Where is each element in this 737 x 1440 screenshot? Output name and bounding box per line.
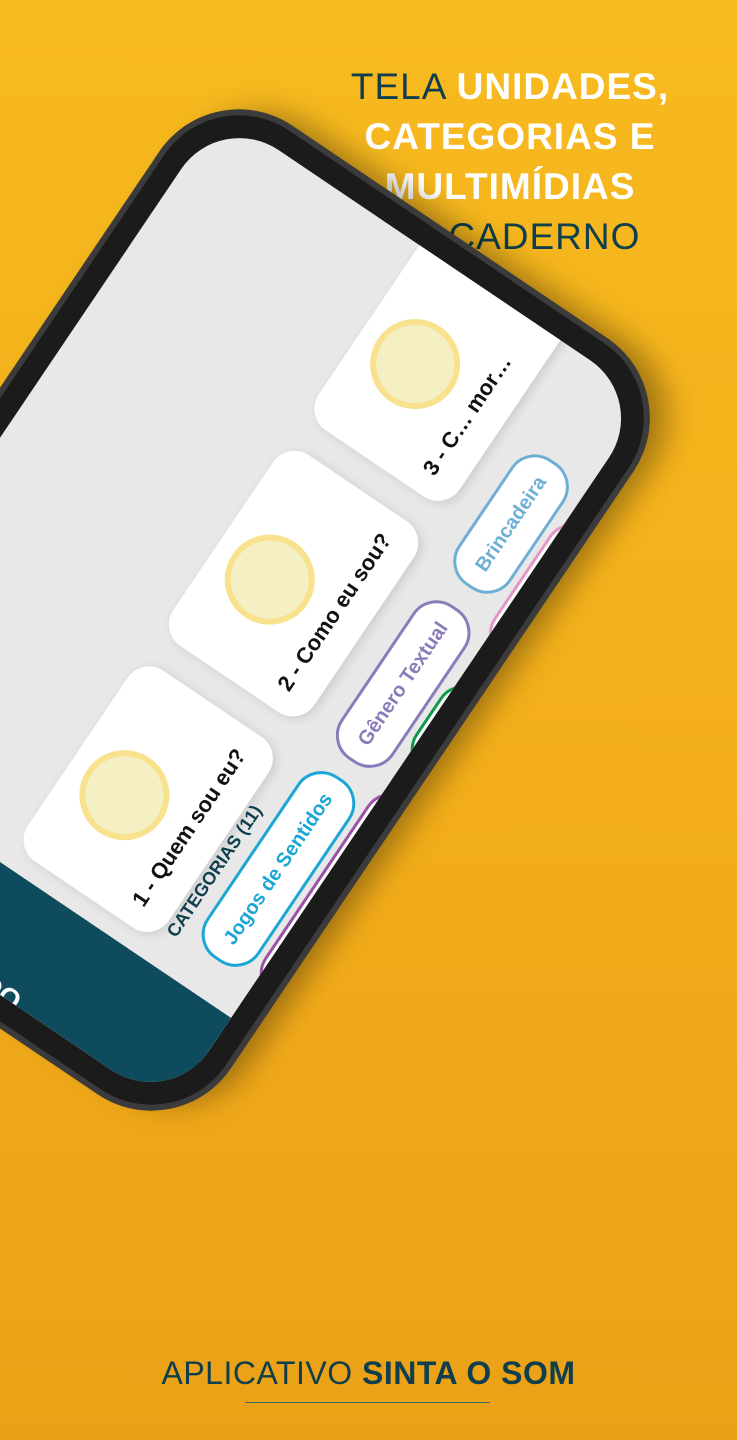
footer-underline bbox=[245, 1402, 490, 1403]
topbar-title: DO bbox=[0, 967, 28, 1017]
headline-line1-thin: TELA bbox=[350, 66, 457, 107]
category-pill[interactable]: Corpo e Canção bbox=[474, 609, 637, 808]
category-pill[interactable]: Jogos Teatrais bbox=[364, 909, 520, 1096]
headline-line1-bold: UNIDADES, bbox=[456, 66, 670, 107]
footer-bold: SINTA O SOM bbox=[362, 1355, 576, 1391]
category-pill[interactable]: Brincadeiras Musicais bbox=[306, 810, 502, 1057]
category-pill[interactable]: Batucando bbox=[586, 485, 649, 642]
footer-thin: APLICATIVO bbox=[161, 1355, 362, 1391]
category-pill[interactable]: História bbox=[487, 780, 606, 914]
headline-line2: CATEGORIAS E bbox=[364, 116, 656, 157]
footer-brand: APLICATIVO SINTA O SOM bbox=[0, 1355, 737, 1392]
